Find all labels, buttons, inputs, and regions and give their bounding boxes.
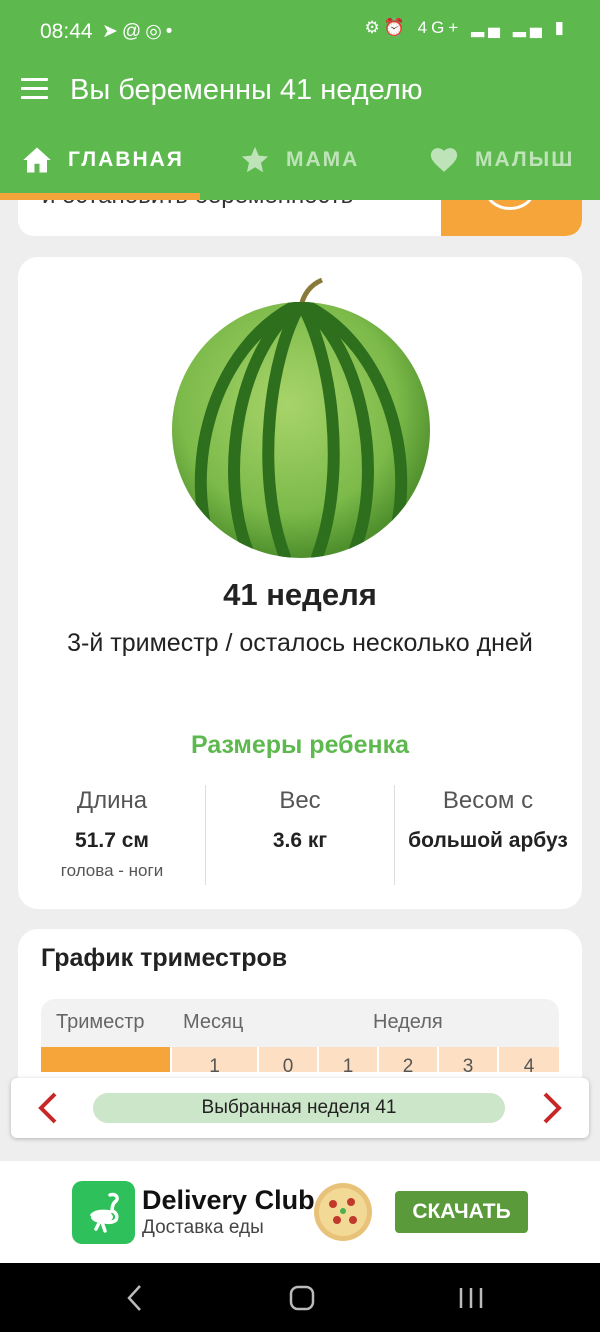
stat-weight: Вес 3.6 кг — [206, 787, 394, 853]
tab-baby-label: МАЛЫШ — [475, 148, 575, 171]
week-cell: 0 — [259, 1047, 317, 1072]
ad-subtitle: Доставка еды — [142, 1217, 264, 1238]
back-icon[interactable] — [124, 1283, 146, 1313]
week-cell: 2 — [379, 1047, 437, 1072]
heart-icon — [430, 148, 458, 172]
tab-main[interactable]: ГЛАВНАЯ — [22, 120, 184, 200]
stat-length-label: Длина — [76, 787, 148, 814]
ad-title: Delivery Club — [142, 1185, 315, 1215]
star-icon — [241, 146, 269, 173]
week-title: 41 неделя — [223, 577, 377, 612]
recent-apps-icon[interactable] — [457, 1283, 485, 1313]
status-time: 08:44 — [40, 20, 93, 43]
home-icon — [23, 147, 51, 173]
tab-mama-label: МАМА — [286, 148, 360, 171]
header-week: Неделя — [373, 1011, 443, 1033]
system-nav-bar — [0, 1263, 600, 1332]
trimester-cell — [41, 1047, 170, 1072]
app-bar: Вы беременны 41 неделю — [0, 64, 600, 120]
watermelon-image — [172, 277, 430, 558]
stat-weight-value: 3.6 кг — [272, 829, 328, 852]
week-cell: 1 — [319, 1047, 377, 1072]
stat-length-value: 51.7 см — [75, 829, 149, 852]
stat-comparison: Весом с большой арбуз — [394, 787, 582, 853]
stat-weight-label: Вес — [279, 787, 321, 814]
trimester-schedule-title: График триместров — [41, 944, 288, 972]
tab-baby[interactable]: МАЛЫШ — [429, 120, 574, 200]
stat-length-sub: голова - ноги — [60, 861, 164, 880]
header-trimester: Триместр — [56, 1011, 145, 1033]
stat-length: Длина 51.7 см голова - ноги — [18, 787, 206, 881]
tab-bar: ГЛАВНАЯ МАМА МАЛЫШ — [0, 120, 600, 200]
ostrich-logo-icon — [72, 1181, 135, 1244]
previous-card[interactable]: и остановить беременность — [18, 200, 582, 236]
header-month: Месяц — [183, 1011, 244, 1033]
page-title: Вы беременны 41 неделю — [70, 74, 423, 106]
week-cell: 3 — [439, 1047, 497, 1072]
home-nav-icon[interactable] — [289, 1283, 315, 1313]
hamburger-menu-icon[interactable] — [21, 78, 49, 102]
system-icons: ⚙⏰ 4G+ ▂▄ ▂▄ ▮ — [364, 18, 568, 37]
active-tab-indicator — [0, 193, 200, 200]
baby-sizes-title: Размеры ребенка — [190, 731, 410, 759]
stat-comparison-label: Весом с — [442, 787, 534, 814]
trimester-table: Триместр Месяц Неделя 1 0 1 2 3 4 — [41, 999, 559, 1072]
chevron-left-icon[interactable] — [31, 1090, 65, 1126]
week-cell: 4 — [499, 1047, 559, 1072]
trimester-status: 3-й триместр / осталось несколько дней — [67, 629, 533, 657]
stat-comparison-value: большой арбуз — [408, 829, 568, 852]
tab-mama[interactable]: МАМА — [240, 120, 359, 200]
week-navigator: Выбранная неделя 41 — [11, 1078, 589, 1138]
status-bar: 08:44 ➤@◎• ⚙⏰ 4G+ ▂▄ ▂▄ ▮ — [0, 0, 600, 64]
tab-main-label: ГЛАВНАЯ — [68, 148, 184, 171]
notification-icons: ➤@◎• — [102, 21, 177, 42]
pizza-icon — [314, 1183, 372, 1241]
table-row: 1 0 1 2 3 4 — [41, 1047, 559, 1072]
week-card: 41 неделя 3-й триместр / осталось нескол… — [18, 257, 582, 909]
previous-card-action[interactable] — [441, 200, 582, 236]
download-button[interactable]: СКАЧАТЬ — [395, 1191, 528, 1233]
month-cell: 1 — [172, 1047, 257, 1072]
table-header: Триместр Месяц Неделя — [41, 999, 559, 1047]
ad-banner[interactable]: Delivery Club Доставка еды СКАЧАТЬ — [0, 1161, 600, 1263]
selected-week-label[interactable]: Выбранная неделя 41 — [93, 1093, 505, 1123]
chevron-right-icon[interactable] — [535, 1090, 569, 1126]
previous-card-text: и остановить беременность — [42, 200, 353, 210]
